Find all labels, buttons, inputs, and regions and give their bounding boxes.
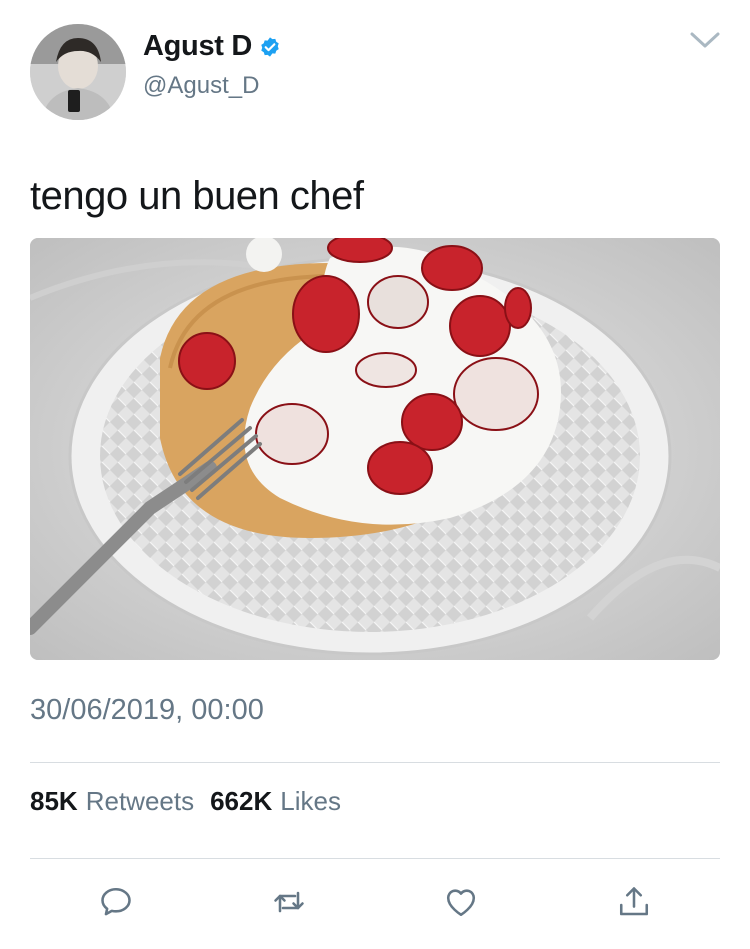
- avatar[interactable]: [30, 24, 126, 120]
- likes-count[interactable]: 662K: [210, 786, 272, 817]
- share-icon[interactable]: [616, 884, 652, 920]
- retweet-icon[interactable]: [271, 884, 307, 920]
- tweet-text: tengo un buen chef: [30, 174, 364, 218]
- retweets-label[interactable]: Retweets: [86, 786, 194, 817]
- user-handle[interactable]: @Agust_D: [143, 72, 259, 100]
- heart-icon[interactable]: [443, 884, 479, 920]
- display-name[interactable]: Agust D: [143, 30, 252, 63]
- divider-bottom: [30, 858, 720, 859]
- retweets-count[interactable]: 85K: [30, 786, 78, 817]
- verified-badge-icon: [259, 36, 281, 58]
- tweet-media-image[interactable]: [30, 238, 720, 660]
- tweet-timestamp[interactable]: 30/06/2019, 00:00: [30, 694, 264, 727]
- reply-icon[interactable]: [98, 884, 134, 920]
- chevron-down-icon[interactable]: [688, 28, 722, 52]
- avatar-image: [30, 24, 126, 120]
- author-name-row[interactable]: Agust D: [143, 30, 281, 63]
- divider-top: [30, 762, 720, 763]
- engagement-stats: 85K Retweets 662K Likes: [30, 786, 357, 817]
- likes-label[interactable]: Likes: [280, 786, 341, 817]
- pancake-photo: [30, 238, 720, 660]
